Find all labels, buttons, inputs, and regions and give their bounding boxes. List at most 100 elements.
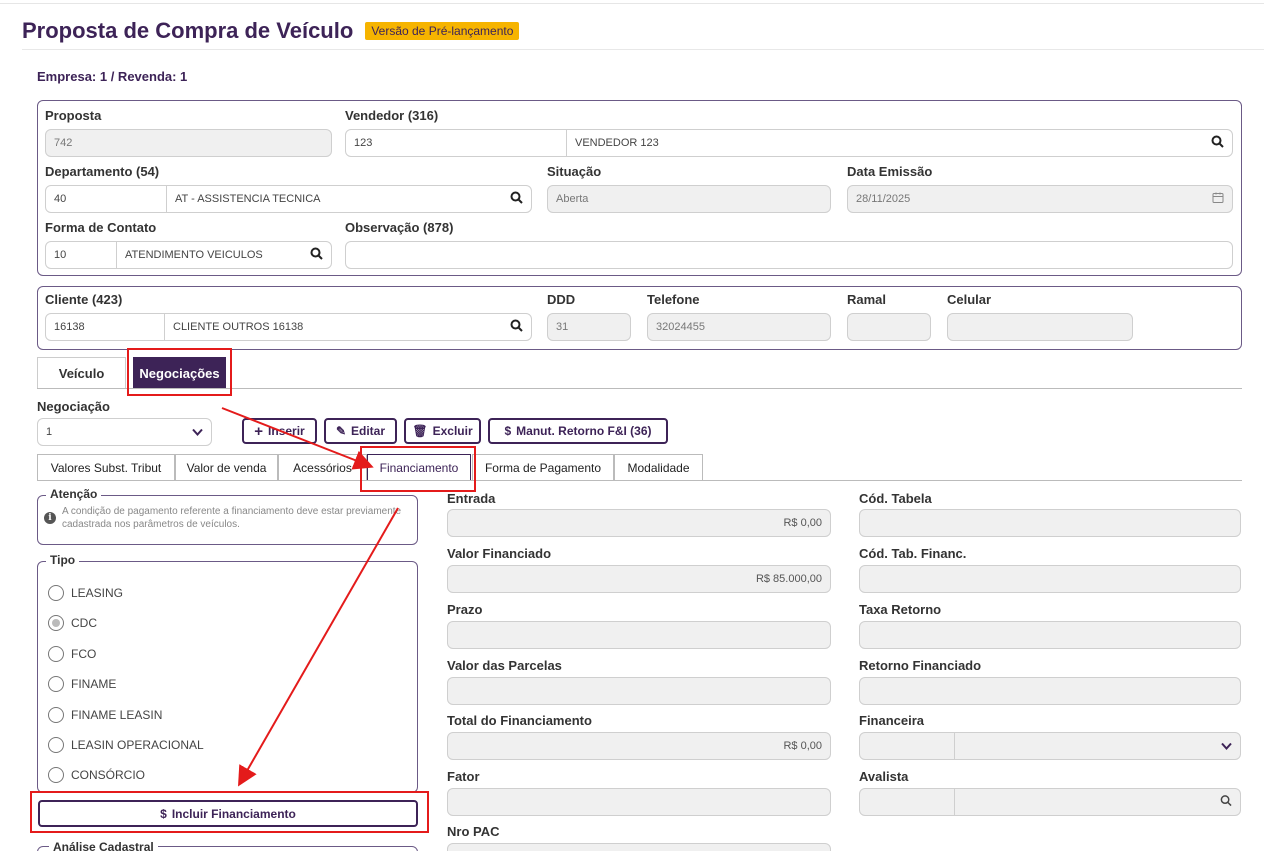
- vendedor-name: VENDEDOR 123: [566, 130, 1232, 156]
- cod-tab-financ-label: Cód. Tab. Financ.: [859, 546, 967, 561]
- forma-contato-code: 10: [54, 249, 67, 261]
- financeira-select[interactable]: [859, 732, 1241, 760]
- tab-modalidade[interactable]: Modalidade: [614, 454, 703, 481]
- search-icon[interactable]: [510, 319, 523, 335]
- proposta-label: Proposta: [45, 108, 102, 123]
- tab-forma-pagamento[interactable]: Forma de Pagamento: [472, 454, 614, 481]
- radio-leasing[interactable]: LEASING: [48, 585, 123, 601]
- departamento-label: Departamento (54): [45, 164, 160, 179]
- radio-circle[interactable]: [48, 676, 64, 692]
- radio-finame-leasin[interactable]: FINAME LEASIN: [48, 707, 162, 723]
- search-icon[interactable]: [510, 191, 523, 207]
- avalista-field[interactable]: [859, 788, 1241, 816]
- cliente-field[interactable]: 16138 CLIENTE OUTROS 16138: [45, 313, 532, 341]
- cod-tabela-label: Cód. Tabela: [859, 491, 932, 506]
- radio-circle[interactable]: [48, 707, 64, 723]
- situacao-field: Aberta: [547, 185, 831, 213]
- fator-field: [447, 788, 831, 816]
- page-header: Proposta de Compra de Veículo Versão de …: [22, 16, 520, 46]
- highlight-financiamento: [360, 446, 476, 492]
- negociacao-select[interactable]: 1: [37, 418, 212, 446]
- avalista-code-segment: [954, 789, 955, 815]
- radio-finame[interactable]: FINAME: [48, 676, 116, 692]
- radio-fco[interactable]: FCO: [48, 646, 96, 662]
- proposta-value: 742: [54, 137, 73, 149]
- retorno-financiado-label: Retorno Financiado: [859, 658, 982, 673]
- proposta-field: 742: [45, 129, 332, 157]
- excluir-button[interactable]: 🗑 Excluir: [404, 418, 481, 444]
- ddd-label: DDD: [547, 292, 576, 307]
- prazo-label: Prazo: [447, 602, 483, 617]
- search-icon[interactable]: [1220, 795, 1232, 810]
- forma-contato-name: ATENDIMENTO VEICULOS: [116, 242, 331, 268]
- radio-leasin-operacional[interactable]: LEASIN OPERACIONAL: [48, 737, 204, 753]
- analise-cadastral-legend: Análise Cadastral: [37, 840, 418, 851]
- fator-label: Fator: [447, 769, 480, 784]
- tab-valores-subst[interactable]: Valores Subst. Tribut: [37, 454, 175, 481]
- editar-button[interactable]: ✎ Editar: [324, 418, 397, 444]
- radio-circle[interactable]: [48, 767, 64, 783]
- radio-cdc[interactable]: CDC: [48, 615, 97, 631]
- negociacao-label: Negociação: [37, 399, 110, 414]
- retorno-financiado-field: [859, 677, 1241, 705]
- trash-icon: 🗑: [412, 424, 428, 438]
- cliente-label: Cliente (423): [45, 292, 123, 307]
- plus-icon: +: [254, 422, 264, 440]
- taxa-retorno-label: Taxa Retorno: [859, 602, 942, 617]
- financeira-code-segment: [954, 733, 955, 759]
- tab-veiculo[interactable]: Veículo: [37, 357, 126, 389]
- inserir-button[interactable]: + Inserir: [242, 418, 317, 444]
- tab-acessorios[interactable]: Acessórios: [278, 454, 367, 481]
- total-financiamento-field: R$ 0,00: [447, 732, 831, 760]
- page: Proposta de Compra de Veículo Versão de …: [0, 0, 1264, 851]
- page-title: Proposta de Compra de Veículo: [22, 18, 354, 43]
- departamento-name: AT - ASSISTENCIA TECNICA: [166, 186, 531, 212]
- manut-retorno-button[interactable]: $ Manut. Retorno F&I (36): [488, 418, 668, 444]
- situacao-label: Situação: [547, 164, 602, 179]
- atencao-legend: Atenção: [46, 487, 102, 501]
- radio-circle[interactable]: [48, 585, 64, 601]
- subtabs-divider: [37, 480, 1242, 481]
- cod-tabela-field: [859, 509, 1241, 537]
- radio-circle[interactable]: [48, 737, 64, 753]
- atencao-text: A condição de pagamento referente a fina…: [62, 506, 402, 530]
- ramal-field: [847, 313, 931, 341]
- entrada-field: R$ 0,00: [447, 509, 831, 537]
- telefone-label: Telefone: [647, 292, 700, 307]
- cod-tab-financ-field: [859, 565, 1241, 593]
- data-emissao-field: 28/11/2025: [847, 185, 1233, 213]
- highlight-incluir-financiamento: [30, 791, 429, 833]
- departamento-code: 40: [54, 193, 67, 205]
- valor-financiado-label: Valor Financiado: [447, 546, 552, 561]
- top-divider: [0, 0, 1264, 4]
- financeira-label: Financeira: [859, 713, 925, 728]
- observacao-field[interactable]: [345, 241, 1233, 269]
- tab-valor-venda[interactable]: Valor de venda: [175, 454, 278, 481]
- vendedor-field[interactable]: 123 VENDEDOR 123: [345, 129, 1233, 157]
- edit-icon: ✎: [335, 424, 347, 438]
- departamento-field[interactable]: 40 AT - ASSISTENCIA TECNICA: [45, 185, 532, 213]
- radio-circle[interactable]: [48, 615, 64, 631]
- forma-contato-field[interactable]: 10 ATENDIMENTO VEICULOS: [45, 241, 332, 269]
- valor-parcelas-field: [447, 677, 831, 705]
- cliente-name: CLIENTE OUTROS 16138: [164, 314, 531, 340]
- nro-pac-label: Nro PAC: [447, 824, 500, 839]
- valor-parcelas-label: Valor das Parcelas: [447, 658, 562, 673]
- tipo-fieldset: Tipo LEASING CDC FCO FINAME FINAME LEASI…: [37, 553, 418, 793]
- radio-consorcio[interactable]: CONSÓRCIO: [48, 767, 145, 783]
- search-icon[interactable]: [310, 247, 323, 263]
- radio-circle[interactable]: [48, 646, 64, 662]
- chevron-down-icon: [1221, 739, 1232, 754]
- nro-pac-field: [447, 843, 831, 851]
- vendedor-code: 123: [354, 137, 373, 149]
- taxa-retorno-field: [859, 621, 1241, 649]
- empresa-revenda: Empresa: 1 / Revenda: 1: [37, 69, 188, 84]
- prazo-field: [447, 621, 831, 649]
- search-icon[interactable]: [1211, 135, 1224, 151]
- header-divider: [22, 49, 1264, 50]
- ddd-field: 31: [547, 313, 631, 341]
- observacao-label: Observação (878): [345, 220, 454, 235]
- highlight-negociacoes: [127, 348, 232, 396]
- calendar-icon[interactable]: [1212, 192, 1224, 207]
- data-emissao-label: Data Emissão: [847, 164, 933, 179]
